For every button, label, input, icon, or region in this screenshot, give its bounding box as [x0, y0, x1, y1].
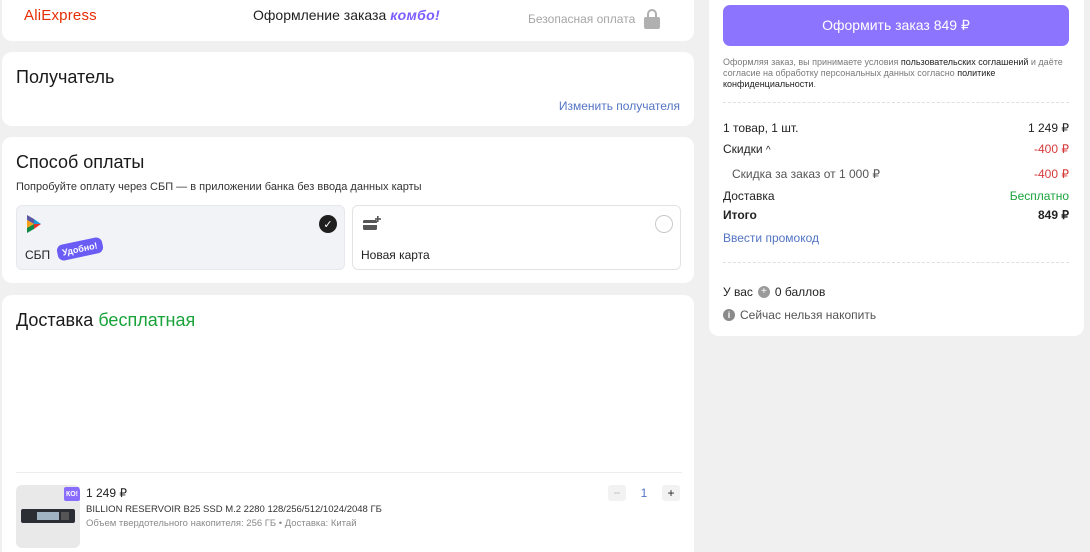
order-summary: Оформить заказ 849 ₽ Оформляя заказ, вы … — [709, 0, 1084, 336]
discounts-toggle[interactable]: Скидки ^ — [723, 142, 771, 156]
decrease-quantity-button[interactable]: − — [608, 485, 626, 501]
payment-title: Способ оплаты — [16, 152, 145, 172]
secure-payment-label: Безопасная оплата — [528, 12, 636, 26]
items-label: 1 товар, 1 шт. — [723, 121, 799, 135]
points-row: У вас + 0 баллов — [723, 285, 825, 299]
secure-payment: Безопасная оплата — [528, 9, 661, 29]
discounts-row[interactable]: Скидки ^ -400 ₽ — [723, 142, 1069, 156]
cannot-earn-text: Сейчас нельзя накопить — [740, 308, 877, 322]
discount-detail-label: Скидка за заказ от 1 000 ₽ — [732, 167, 880, 181]
chevron-up-icon: ^ — [765, 145, 771, 156]
terms-end: . — [813, 79, 816, 89]
divider — [723, 102, 1069, 103]
delivery-title: Доставка бесплатная — [16, 310, 195, 331]
delivery-value: Бесплатно — [1009, 189, 1069, 203]
terms-text: Оформляя заказ, вы принимаете условия по… — [723, 57, 1063, 90]
combo-mini-badge: КО! — [64, 487, 80, 501]
recipient-section: Получатель Изменить получателя — [2, 52, 694, 126]
payment-option-label: СБП — [25, 248, 51, 262]
delivery-label: Доставка — [723, 189, 775, 203]
product-image[interactable]: КО! — [16, 485, 80, 548]
lock-icon — [643, 9, 661, 29]
discount-detail-value: -400 ₽ — [1034, 167, 1069, 181]
delivery-title-text: Доставка — [16, 310, 94, 330]
product-price: 1 249 ₽ — [86, 486, 127, 500]
promo-row: Ввести промокод — [723, 231, 1069, 245]
delivery-free-accent: бесплатная — [98, 310, 196, 330]
points-value: 0 баллов — [774, 285, 826, 299]
points-prefix: У вас — [723, 285, 753, 299]
sbp-logo-icon — [27, 215, 41, 233]
product-name[interactable]: BILLION RESERVOIR B25 SSD M.2 2280 128/2… — [86, 504, 382, 515]
terms-prefix: Оформляя заказ, вы принимаете условия — [723, 57, 901, 67]
total-row: Итого 849 ₽ — [723, 208, 1069, 222]
promo-code-link[interactable]: Ввести промокод — [723, 231, 819, 245]
page-title: Оформление заказа комбо! — [253, 7, 440, 23]
divider — [16, 472, 682, 473]
delivery-row: Доставка Бесплатно — [723, 189, 1069, 203]
aliexpress-logo[interactable]: AliExpress — [24, 7, 97, 24]
divider — [723, 262, 1069, 263]
discounts-value: -400 ₽ — [1034, 142, 1069, 156]
plus-circle-icon: + — [757, 286, 770, 298]
radio-unselected[interactable] — [655, 215, 673, 233]
total-value: 849 ₽ — [1038, 208, 1069, 222]
user-agreement-link[interactable]: пользовательских соглашений — [901, 57, 1028, 67]
convenient-badge: Удобно! — [55, 236, 104, 262]
items-value: 1 249 ₽ — [1028, 121, 1069, 135]
quantity-stepper: − 1 + — [608, 485, 680, 501]
payment-option-new-card[interactable]: Новая карта — [352, 205, 681, 270]
delivery-section: Доставка бесплатная КО! 1 249 ₽ BILLION … — [2, 295, 694, 552]
points-info-row: i Сейчас нельзя накопить — [723, 308, 876, 322]
payment-hint: Попробуйте оплату через СБП — в приложен… — [16, 181, 422, 193]
add-card-icon — [363, 216, 381, 230]
recipient-title: Получатель — [16, 67, 115, 87]
payment-option-sbp[interactable]: ✓ СБП Удобно! — [16, 205, 345, 270]
quantity-value[interactable]: 1 — [632, 486, 656, 500]
discounts-label: Скидки — [723, 142, 763, 156]
selected-check-icon: ✓ — [319, 215, 337, 233]
info-icon[interactable]: i — [723, 309, 735, 321]
payment-section: Способ оплаты Попробуйте оплату через СБ… — [2, 137, 694, 283]
checkout-header: AliExpress Оформление заказа комбо! Безо… — [2, 0, 694, 41]
discount-detail-row: Скидка за заказ от 1 000 ₽ -400 ₽ — [732, 167, 1069, 181]
change-recipient-link[interactable]: Изменить получателя — [559, 99, 680, 113]
payment-option-label: Новая карта — [361, 248, 430, 262]
increase-quantity-button[interactable]: + — [662, 485, 680, 501]
items-row: 1 товар, 1 шт. 1 249 ₽ — [723, 121, 1069, 135]
combo-badge: комбо! — [390, 7, 440, 23]
product-meta: Объем твердотельного накопителя: 256 ГБ … — [86, 518, 357, 529]
total-label: Итого — [723, 208, 757, 222]
place-order-button[interactable]: Оформить заказ 849 ₽ — [723, 5, 1069, 46]
page-title-text: Оформление заказа — [253, 7, 387, 23]
ssd-picture — [21, 509, 75, 523]
